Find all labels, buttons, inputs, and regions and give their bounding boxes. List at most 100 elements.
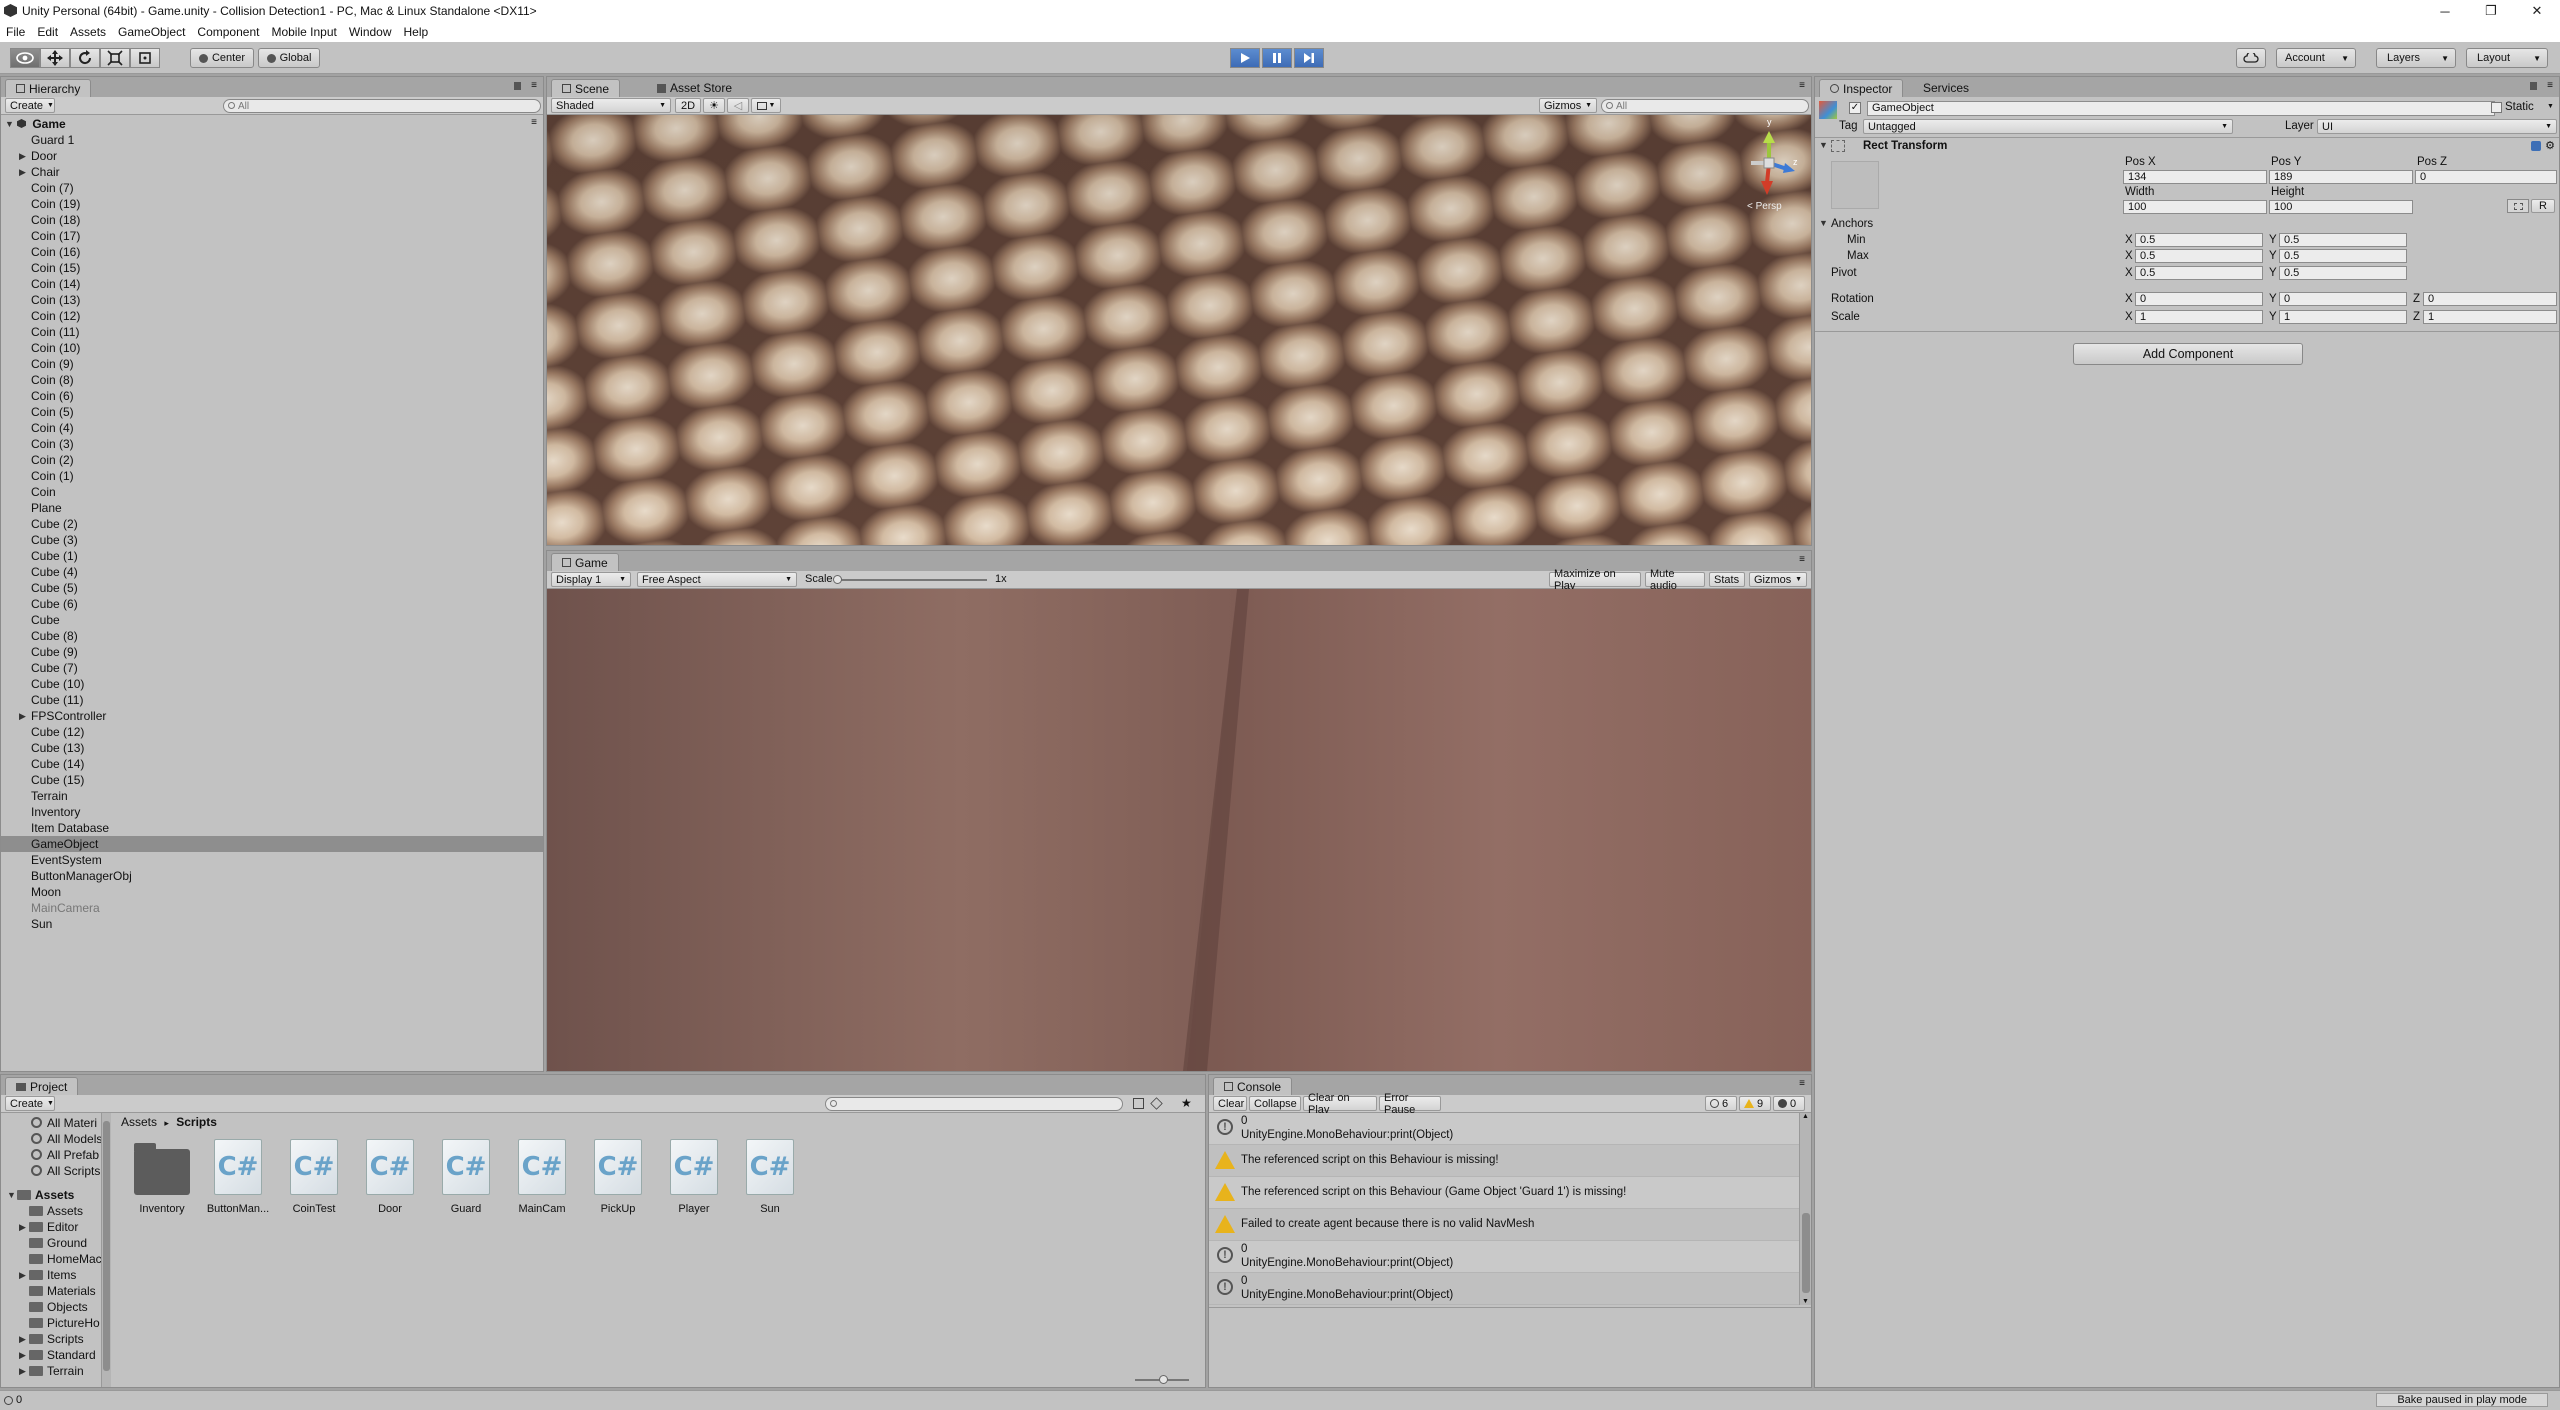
height-field[interactable]: 100 <box>2269 200 2413 214</box>
hierarchy-item[interactable]: Coin (1) <box>1 468 543 484</box>
hierarchy-item[interactable]: Cube (13) <box>1 740 543 756</box>
hierarchy-item[interactable]: Coin (17) <box>1 228 543 244</box>
minimize-button[interactable]: ─ <box>2422 0 2468 22</box>
tab-project[interactable]: Project <box>5 1077 79 1095</box>
hierarchy-item[interactable]: ▶ FPSController <box>1 708 543 724</box>
scene-gizmos-dropdown[interactable]: Gizmos ▼ <box>1539 98 1597 113</box>
breadcrumb-scripts[interactable]: Scripts <box>176 1115 217 1129</box>
hierarchy-item[interactable]: Sun <box>1 916 543 932</box>
scene-search-input[interactable]: All <box>1601 99 1809 113</box>
console-error-pause-toggle[interactable]: Error Pause <box>1379 1092 1441 1116</box>
tab-services[interactable]: Services <box>1913 79 1979 97</box>
expanded-triangle-icon[interactable]: ▼ <box>1819 218 1828 228</box>
scroll-down-icon[interactable]: ▼ <box>1802 1298 1809 1305</box>
hierarchy-item[interactable]: EventSystem <box>1 852 543 868</box>
pivot-center-toggle[interactable]: Center <box>190 48 254 68</box>
hierarchy-item[interactable]: GameObject <box>1 836 543 852</box>
menu-gameobject[interactable]: GameObject <box>112 25 191 39</box>
asset-script-item[interactable]: C# Guard <box>431 1139 501 1215</box>
collapsed-triangle-icon[interactable]: ▶ <box>19 1219 26 1235</box>
hierarchy-item[interactable]: Coin (10) <box>1 340 543 356</box>
hierarchy-item[interactable]: Cube (3) <box>1 532 543 548</box>
hierarchy-create-dropdown[interactable]: Create ▼ <box>5 98 55 113</box>
hierarchy-item[interactable]: Cube (10) <box>1 676 543 692</box>
menu-component[interactable]: Component <box>191 25 265 39</box>
tab-inspector[interactable]: Inspector <box>1819 79 1904 97</box>
move-tool-button[interactable] <box>40 48 70 68</box>
hierarchy-item[interactable]: MainCamera <box>1 900 543 916</box>
favorite-search-item[interactable]: All Models <box>1 1131 111 1147</box>
menu-edit[interactable]: Edit <box>31 25 64 39</box>
console-log-entry[interactable]: ! 0 UnityEngine.MonoBehaviour:print(Object… <box>1209 1241 1799 1273</box>
pos-y-field[interactable]: 189 <box>2269 170 2413 184</box>
console-scrollbar[interactable]: ▲ ▼ <box>1799 1113 1811 1305</box>
asset-script-item[interactable]: C# Sun <box>735 1139 805 1215</box>
anchor-max-x-field[interactable]: 0.5 <box>2135 249 2263 263</box>
collapsed-triangle-icon[interactable]: ▶ <box>19 1267 26 1283</box>
console-log-entry[interactable]: Failed to create agent because there is … <box>1209 1209 1799 1241</box>
scale-x-field[interactable]: 1 <box>2135 310 2263 324</box>
menu-window[interactable]: Window <box>343 25 398 39</box>
scene-viewport[interactable]: y z < Persp <box>547 115 1811 545</box>
pivot-y-field[interactable]: 0.5 <box>2279 266 2407 280</box>
tab-console[interactable]: Console <box>1213 1077 1293 1095</box>
asset-folder-item[interactable]: Inventory <box>127 1139 197 1215</box>
rect-tool-button[interactable] <box>130 48 160 68</box>
cloud-button[interactable] <box>2236 48 2266 68</box>
panel-menu-icon[interactable]: ≡ <box>531 80 537 91</box>
maximize-button[interactable]: ❐ <box>2468 0 2514 22</box>
pause-button[interactable] <box>1262 48 1292 68</box>
collapsed-triangle-icon[interactable]: ▶ <box>19 164 26 180</box>
hierarchy-item[interactable]: Cube (9) <box>1 644 543 660</box>
asset-script-item[interactable]: C# Door <box>355 1139 425 1215</box>
hierarchy-item[interactable]: Moon <box>1 884 543 900</box>
rect-transform-header[interactable]: ▼ Rect Transform ⚙ <box>1815 137 2559 155</box>
tab-hierarchy[interactable]: Hierarchy <box>5 79 92 97</box>
2d-toggle[interactable]: 2D <box>675 98 701 113</box>
favorite-search-item[interactable]: All Scripts <box>1 1163 111 1179</box>
hierarchy-item[interactable]: Cube (12) <box>1 724 543 740</box>
static-checkbox[interactable] <box>2491 102 2502 113</box>
hierarchy-item[interactable]: Item Database <box>1 820 543 836</box>
console-log-entry[interactable]: ! 0 UnityEngine.MonoBehaviour:print(Object… <box>1209 1113 1799 1145</box>
hierarchy-item[interactable]: Cube (6) <box>1 596 543 612</box>
anchor-max-y-field[interactable]: 0.5 <box>2279 249 2407 263</box>
anchor-presets-button[interactable] <box>1831 161 1879 209</box>
rotation-z-field[interactable]: 0 <box>2423 292 2557 306</box>
scene-audio-toggle[interactable]: ◁ <box>727 98 749 113</box>
project-folder-item[interactable]: Ground <box>1 1235 111 1251</box>
filter-label-icon[interactable] <box>1150 1097 1163 1110</box>
display-dropdown[interactable]: Display 1 ▼ <box>551 572 631 587</box>
lock-icon[interactable] <box>2530 82 2537 90</box>
scale-slider[interactable] <box>833 575 987 584</box>
object-name-field[interactable]: GameObject <box>1867 101 2495 116</box>
step-button[interactable] <box>1294 48 1324 68</box>
menu-mobile-input[interactable]: Mobile Input <box>265 25 342 39</box>
hand-tool-button[interactable] <box>10 48 40 68</box>
project-folder-item[interactable]: ▶ Editor <box>1 1219 111 1235</box>
blueprint-mode-button[interactable] <box>2507 199 2529 213</box>
tab-game[interactable]: Game <box>551 553 619 571</box>
hierarchy-item[interactable]: Cube <box>1 612 543 628</box>
play-button[interactable] <box>1230 48 1260 68</box>
rotation-x-field[interactable]: 0 <box>2135 292 2263 306</box>
scale-slider-thumb[interactable] <box>833 575 842 584</box>
console-clear-on-play-toggle[interactable]: Clear on Play <box>1303 1092 1377 1116</box>
menu-help[interactable]: Help <box>398 25 435 39</box>
tag-dropdown[interactable]: Untagged ▼ <box>1863 119 2233 134</box>
project-search-input[interactable] <box>825 1097 1123 1111</box>
pos-z-field[interactable]: 0 <box>2415 170 2557 184</box>
assets-root[interactable]: ▼ Assets <box>1 1187 111 1203</box>
aspect-dropdown[interactable]: Free Aspect ▼ <box>637 572 797 587</box>
game-viewport[interactable] <box>547 589 1811 1071</box>
active-checkbox[interactable]: ✓ <box>1849 102 1861 114</box>
scroll-up-icon[interactable]: ▲ <box>1802 1113 1809 1120</box>
raw-edit-button[interactable]: R <box>2531 199 2555 213</box>
console-log-entry[interactable]: ! 0 UnityEngine.MonoBehaviour:print(Object… <box>1209 1273 1799 1305</box>
favorite-search-item[interactable]: All Prefab <box>1 1147 111 1163</box>
hierarchy-item[interactable]: Cube (7) <box>1 660 543 676</box>
rotate-tool-button[interactable] <box>70 48 100 68</box>
icon-size-slider-thumb[interactable] <box>1159 1375 1168 1384</box>
tree-scrollbar[interactable] <box>101 1113 111 1387</box>
asset-script-item[interactable]: C# Player <box>659 1139 729 1215</box>
